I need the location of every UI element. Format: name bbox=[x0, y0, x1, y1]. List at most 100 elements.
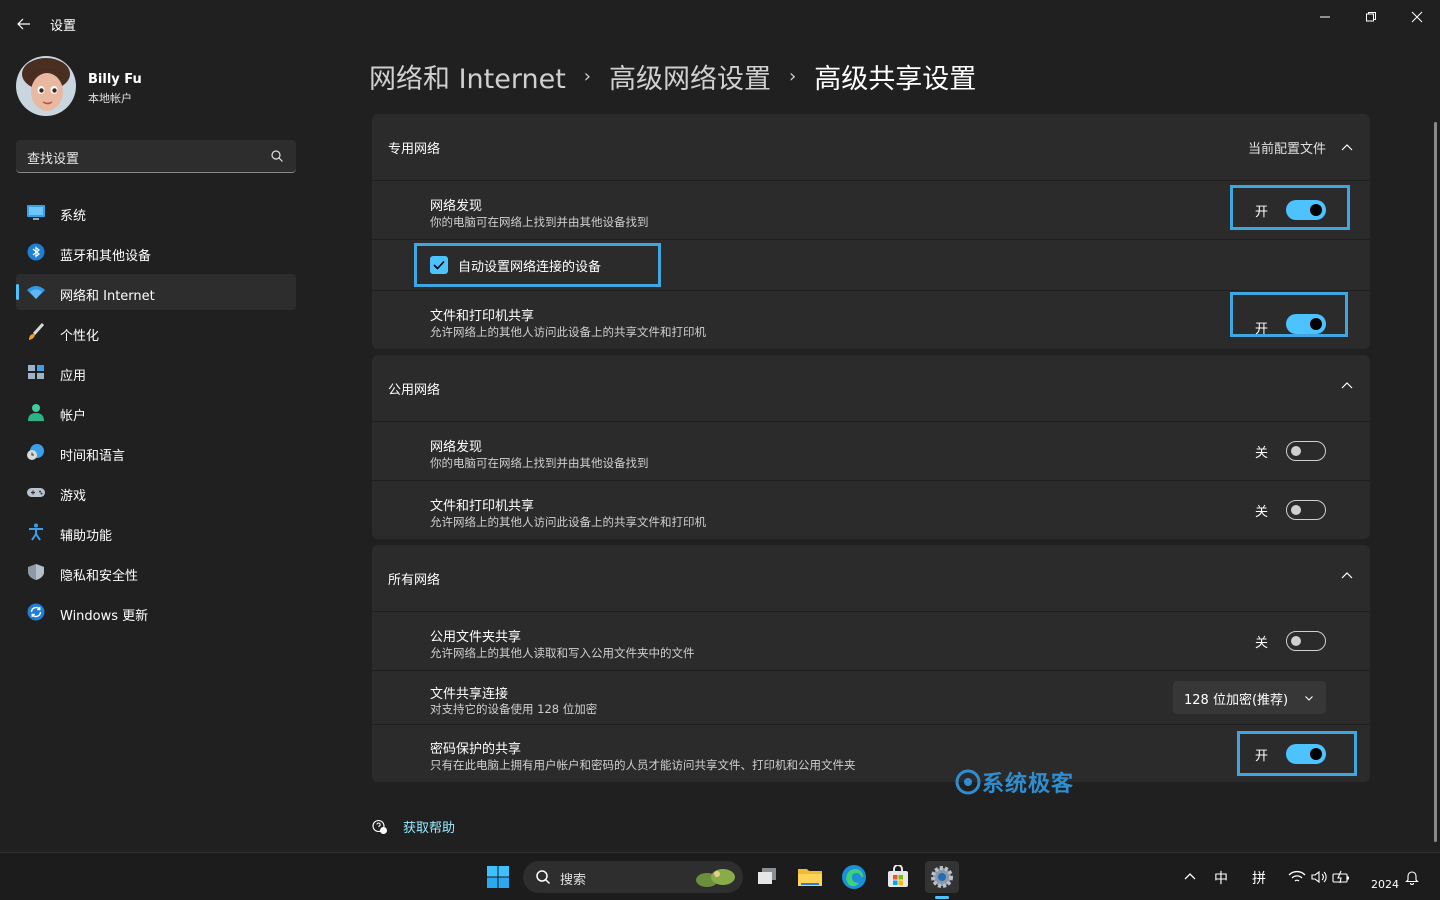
sidebar-item-accounts[interactable]: 帐户 bbox=[16, 394, 296, 430]
private-discovery-row: 网络发现 你的电脑可在网络上找到并由其他设备找到 开 bbox=[372, 180, 1370, 239]
avatar bbox=[16, 56, 76, 116]
chevron-down-icon bbox=[1305, 696, 1313, 701]
breadcrumb-separator: › bbox=[789, 65, 797, 87]
settings-content: 专用网络 当前配置文件 网络发现 你的电脑可在网络上找到并由其他设备找到 开 自… bbox=[372, 114, 1370, 788]
wifi-icon bbox=[27, 286, 45, 299]
get-help[interactable]: 获取帮助 bbox=[372, 817, 455, 836]
sidebar-item-personalization[interactable]: 个性化 bbox=[16, 314, 296, 350]
page-title: 高级共享设置 bbox=[814, 63, 977, 95]
edge-button[interactable] bbox=[837, 861, 871, 893]
toggle-knob bbox=[1291, 505, 1301, 515]
paintbrush-icon bbox=[29, 323, 45, 340]
bluetooth-icon bbox=[27, 243, 45, 261]
watermark-text: 系统极客 bbox=[982, 772, 1075, 797]
search-icon bbox=[536, 870, 551, 885]
group-header-right: 当前配置文件 bbox=[1248, 138, 1354, 157]
sidebar-item-time-language[interactable]: 时间和语言 bbox=[16, 434, 296, 470]
group-header-right bbox=[1326, 379, 1354, 393]
toggle-knob bbox=[1291, 446, 1301, 456]
taskbar: 搜索 中 拼 2024 bbox=[0, 852, 1440, 900]
setting-description: 允许网络上的其他人读取和写入公用文件夹中的文件 bbox=[430, 646, 695, 660]
dropdown-value: 128 位加密(推荐) bbox=[1184, 693, 1289, 708]
private-network-header[interactable]: 专用网络 当前配置文件 bbox=[372, 114, 1370, 180]
sidebar-item-accessibility[interactable]: 辅助功能 bbox=[16, 514, 296, 550]
breadcrumb-item-network[interactable]: 网络和 Internet bbox=[369, 57, 566, 96]
ime-mode-indicator[interactable]: 中 bbox=[1214, 868, 1228, 888]
chevron-up-icon bbox=[1341, 143, 1353, 150]
all-networks-header[interactable]: 所有网络 bbox=[372, 545, 1370, 611]
taskbar-search[interactable]: 搜索 bbox=[523, 861, 743, 893]
help-chat-icon bbox=[372, 819, 387, 834]
highlight-frame bbox=[1230, 185, 1350, 230]
globe-clock-icon bbox=[27, 444, 44, 460]
minimize-button[interactable] bbox=[1310, 6, 1340, 28]
wifi-tray-icon bbox=[1288, 870, 1306, 882]
sidebar-item-gaming[interactable]: 游戏 bbox=[16, 474, 296, 510]
start-button[interactable] bbox=[481, 861, 515, 893]
sidebar-item-windows-update[interactable]: Windows 更新 bbox=[16, 594, 296, 630]
settings-search-input[interactable]: 查找设置 bbox=[16, 140, 296, 173]
accessibility-icon bbox=[29, 523, 43, 541]
get-help-link[interactable]: 获取帮助 bbox=[403, 817, 455, 836]
user-profile[interactable]: Billy Fu 本地帐户 bbox=[16, 56, 296, 120]
edge-browser-icon bbox=[842, 865, 866, 889]
public-folder-toggle[interactable] bbox=[1286, 631, 1326, 651]
private-file-printer-row: 文件和打印机共享 允许网络上的其他人访问此设备上的共享文件和打印机 开 bbox=[372, 290, 1370, 349]
content-scrollbar[interactable] bbox=[1434, 122, 1437, 842]
search-placeholder: 查找设置 bbox=[27, 152, 80, 167]
public-discovery-toggle[interactable] bbox=[1286, 441, 1326, 461]
sidebar-item-network[interactable]: 网络和 Internet bbox=[16, 274, 296, 310]
account-type: 本地帐户 bbox=[88, 92, 132, 105]
setting-title: 文件和打印机共享 bbox=[430, 499, 535, 514]
gear-icon bbox=[931, 866, 953, 888]
person-icon bbox=[28, 404, 44, 421]
watermark-logo-icon bbox=[955, 769, 981, 795]
public-file-printer-row: 文件和打印机共享 允许网络上的其他人访问此设备上的共享文件和打印机 关 bbox=[372, 480, 1370, 539]
maximize-button[interactable] bbox=[1356, 6, 1386, 28]
public-network-header[interactable]: 公用网络 bbox=[372, 355, 1370, 421]
windows-logo-icon bbox=[487, 866, 509, 888]
monitor-icon bbox=[27, 205, 45, 220]
all-networks-group: 所有网络 公用文件夹共享 允许网络上的其他人读取和写入公用文件夹中的文件 关 文… bbox=[372, 545, 1370, 782]
update-icon bbox=[27, 603, 45, 621]
sidebar-item-bluetooth[interactable]: 蓝牙和其他设备 bbox=[16, 234, 296, 270]
setting-description: 允许网络上的其他人访问此设备上的共享文件和打印机 bbox=[430, 325, 706, 339]
toggle-state-label: 关 bbox=[1254, 504, 1268, 520]
chevron-up-icon bbox=[1341, 382, 1353, 389]
show-hidden-icons-button[interactable] bbox=[1173, 861, 1207, 893]
setting-description: 对支持它的设备使用 128 位加密 bbox=[430, 702, 598, 716]
back-button[interactable] bbox=[10, 10, 38, 38]
file-explorer-button[interactable] bbox=[793, 861, 827, 893]
notification-button[interactable] bbox=[1395, 861, 1429, 893]
maximize-icon bbox=[1366, 12, 1376, 22]
breadcrumb-separator: › bbox=[583, 65, 591, 87]
folder-icon bbox=[798, 869, 822, 886]
auto-setup-row: 自动设置网络连接的设备 bbox=[372, 239, 1370, 290]
sidebar-item-apps[interactable]: 应用 bbox=[16, 354, 296, 390]
sidebar-item-label: 应用 bbox=[60, 369, 87, 384]
chevron-up-icon bbox=[1341, 572, 1353, 579]
title-bar: 设置 bbox=[0, 0, 1440, 46]
breadcrumb: 网络和 Internet › 高级网络设置 › 高级共享设置 bbox=[369, 56, 976, 96]
settings-app-button[interactable] bbox=[925, 861, 959, 899]
public-file-printer-toggle[interactable] bbox=[1286, 500, 1326, 520]
close-button[interactable] bbox=[1402, 6, 1432, 28]
setting-description: 只有在此电脑上拥有用户帐户和密码的人员才能访问共享文件、打印机和公用文件夹 bbox=[430, 758, 856, 772]
ime-layout-indicator[interactable]: 拼 bbox=[1252, 868, 1266, 888]
sidebar-item-privacy[interactable]: 隐私和安全性 bbox=[16, 554, 296, 590]
bell-icon bbox=[1405, 871, 1419, 885]
breadcrumb-item-advanced-network[interactable]: 高级网络设置 bbox=[609, 57, 771, 96]
apps-icon bbox=[28, 365, 44, 379]
sidebar-item-label: 时间和语言 bbox=[60, 449, 126, 464]
task-view-icon bbox=[758, 868, 776, 884]
encryption-dropdown[interactable]: 128 位加密(推荐) bbox=[1173, 681, 1326, 714]
quick-settings-button[interactable] bbox=[1284, 861, 1354, 893]
sidebar-item-label: 个性化 bbox=[60, 329, 100, 344]
store-button[interactable] bbox=[881, 861, 915, 893]
setting-title: 网络发现 bbox=[430, 440, 483, 455]
task-view-button[interactable] bbox=[750, 861, 784, 893]
password-sharing-row: 密码保护的共享 只有在此电脑上拥有用户帐户和密码的人员才能访问共享文件、打印机和… bbox=[372, 724, 1370, 782]
setting-description: 你的电脑可在网络上找到并由其他设备找到 bbox=[430, 215, 649, 229]
sidebar-item-system[interactable]: 系统 bbox=[16, 194, 296, 230]
close-icon bbox=[1411, 11, 1423, 23]
